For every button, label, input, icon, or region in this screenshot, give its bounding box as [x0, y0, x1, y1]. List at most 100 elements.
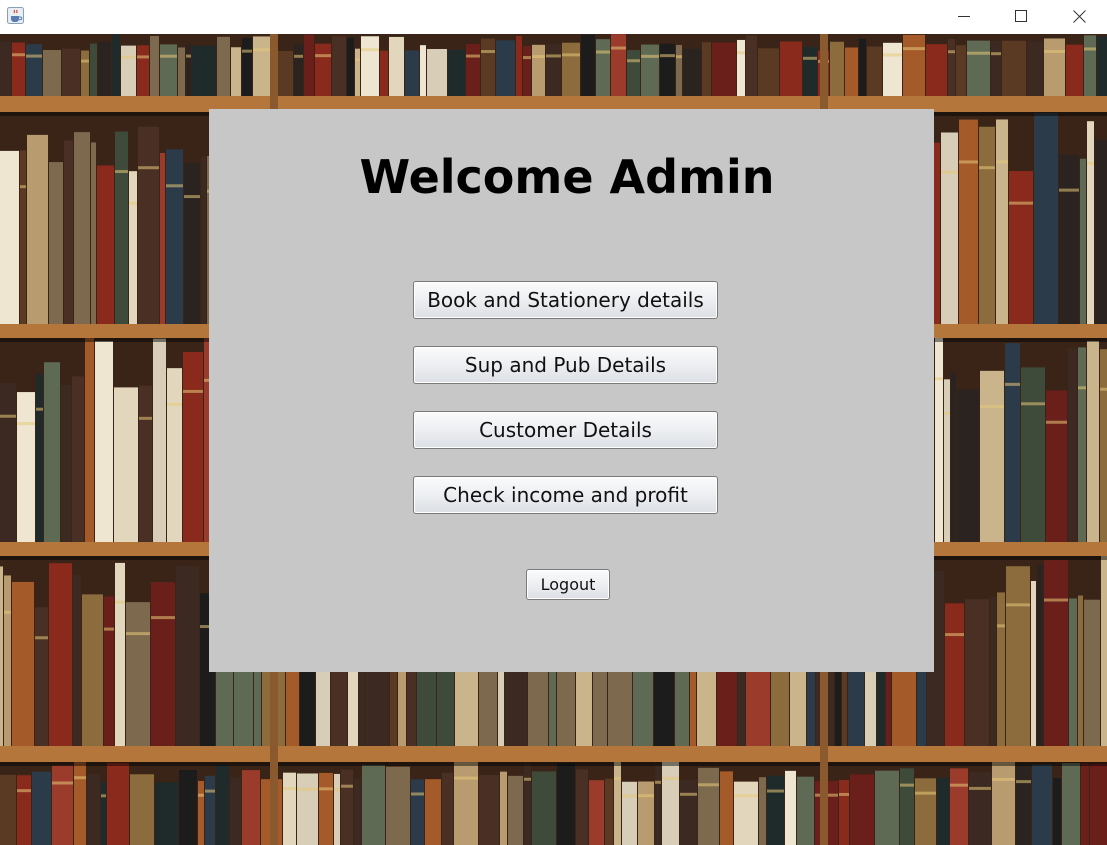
- book-spine: [115, 562, 125, 752]
- book-spine: [956, 45, 966, 96]
- maximize-button[interactable]: [992, 0, 1050, 32]
- book-spine: [845, 47, 858, 96]
- book-spine: [596, 39, 610, 96]
- book-spine: [420, 45, 426, 96]
- book-spine: [17, 775, 31, 845]
- book-spine: [524, 760, 531, 845]
- book-spine: [1100, 349, 1107, 542]
- book-spine-band: [1006, 603, 1030, 607]
- book-spine: [500, 771, 507, 845]
- book-spine-band: [115, 600, 125, 604]
- book-spine: [991, 41, 1001, 96]
- book-spine: [767, 775, 784, 845]
- book-spine: [562, 42, 580, 96]
- book-spine-band: [139, 416, 152, 420]
- book-spine-band: [950, 783, 968, 787]
- book-spine: [479, 775, 499, 845]
- book-spine: [1084, 599, 1100, 752]
- customer-details-button[interactable]: Customer Details: [413, 411, 718, 449]
- book-spine: [638, 781, 654, 845]
- book-spine: [354, 778, 361, 845]
- book-spine: [1101, 555, 1107, 752]
- book-spine: [734, 781, 758, 845]
- book-spine: [746, 35, 757, 96]
- book-spine-band: [104, 627, 114, 631]
- book-spine-band: [137, 55, 149, 59]
- minimize-button[interactable]: [935, 0, 993, 32]
- book-spine: [948, 38, 955, 96]
- book-spine: [867, 46, 882, 96]
- book-spine: [297, 773, 318, 845]
- book-spine: [1084, 35, 1096, 96]
- book-spine: [859, 38, 866, 96]
- book-spine: [737, 39, 745, 96]
- book-spine: [304, 34, 314, 96]
- book-spine: [605, 778, 613, 845]
- book-spine: [720, 771, 733, 845]
- book-spine-band: [1078, 386, 1086, 390]
- book-spine: [980, 370, 1004, 542]
- book-spine: [32, 771, 51, 845]
- shelf-plank: [0, 746, 1107, 762]
- book-spine: [969, 772, 991, 845]
- book-spine-band: [915, 791, 936, 795]
- book-spine: [641, 44, 659, 96]
- book-spine: [926, 44, 947, 96]
- book-spine-band: [523, 56, 531, 60]
- book-spine-band: [980, 405, 1004, 409]
- book-spine: [107, 762, 129, 845]
- book-spine: [231, 47, 241, 96]
- book-spine: [112, 34, 120, 96]
- book-spine: [702, 42, 711, 96]
- book-spine: [967, 40, 990, 96]
- book-spine: [1081, 763, 1089, 845]
- book-spine-band: [546, 54, 561, 58]
- book-spine-band: [454, 776, 478, 780]
- book-spine: [662, 759, 679, 845]
- book-spine: [676, 44, 682, 96]
- book-stationery-details-button[interactable]: Book and Stationery details: [413, 281, 718, 319]
- book-spine: [992, 761, 1015, 845]
- close-button[interactable]: [1050, 0, 1107, 32]
- book-spine-band: [991, 52, 1001, 56]
- book-spine: [277, 50, 293, 96]
- book-spine-band: [0, 414, 16, 418]
- book-spine-band: [186, 54, 191, 58]
- book-spine-band: [17, 422, 35, 426]
- book-spine: [1069, 598, 1077, 752]
- book-spine-band: [596, 50, 610, 54]
- book-spine: [1097, 36, 1107, 96]
- book-spine: [1078, 595, 1083, 752]
- book-spine: [1021, 367, 1045, 542]
- minimize-icon: [958, 16, 970, 17]
- book-spine-band: [680, 792, 697, 796]
- book-spine-band: [737, 51, 745, 55]
- book-spine: [17, 392, 35, 542]
- book-spine: [903, 34, 925, 96]
- check-income-profit-button[interactable]: Check income and profit: [413, 476, 718, 514]
- book-spine: [698, 767, 719, 845]
- book-spine: [332, 36, 346, 96]
- logout-button[interactable]: Logout: [526, 569, 610, 600]
- book-spine-band: [101, 794, 106, 798]
- book-spine: [82, 594, 103, 752]
- java-cup-icon[interactable]: [7, 7, 24, 24]
- book-spine-band: [997, 624, 1005, 628]
- book-spine: [454, 759, 478, 845]
- book-spine-band: [334, 788, 340, 792]
- book-spine: [532, 771, 556, 845]
- book-spine: [242, 770, 260, 845]
- book-spine-band: [903, 47, 925, 51]
- book-spine: [839, 779, 849, 845]
- book-spine: [965, 599, 989, 752]
- book-spine: [230, 777, 241, 845]
- book-spine-band: [481, 50, 495, 54]
- book-spine-band: [734, 794, 758, 798]
- book-spine-band: [81, 59, 89, 63]
- book-spine: [950, 768, 968, 845]
- book-spine: [81, 50, 89, 96]
- book-spine: [153, 338, 166, 542]
- book-spine: [1046, 390, 1067, 542]
- sup-pub-details-button[interactable]: Sup and Pub Details: [413, 346, 718, 384]
- book-spine: [1090, 763, 1107, 845]
